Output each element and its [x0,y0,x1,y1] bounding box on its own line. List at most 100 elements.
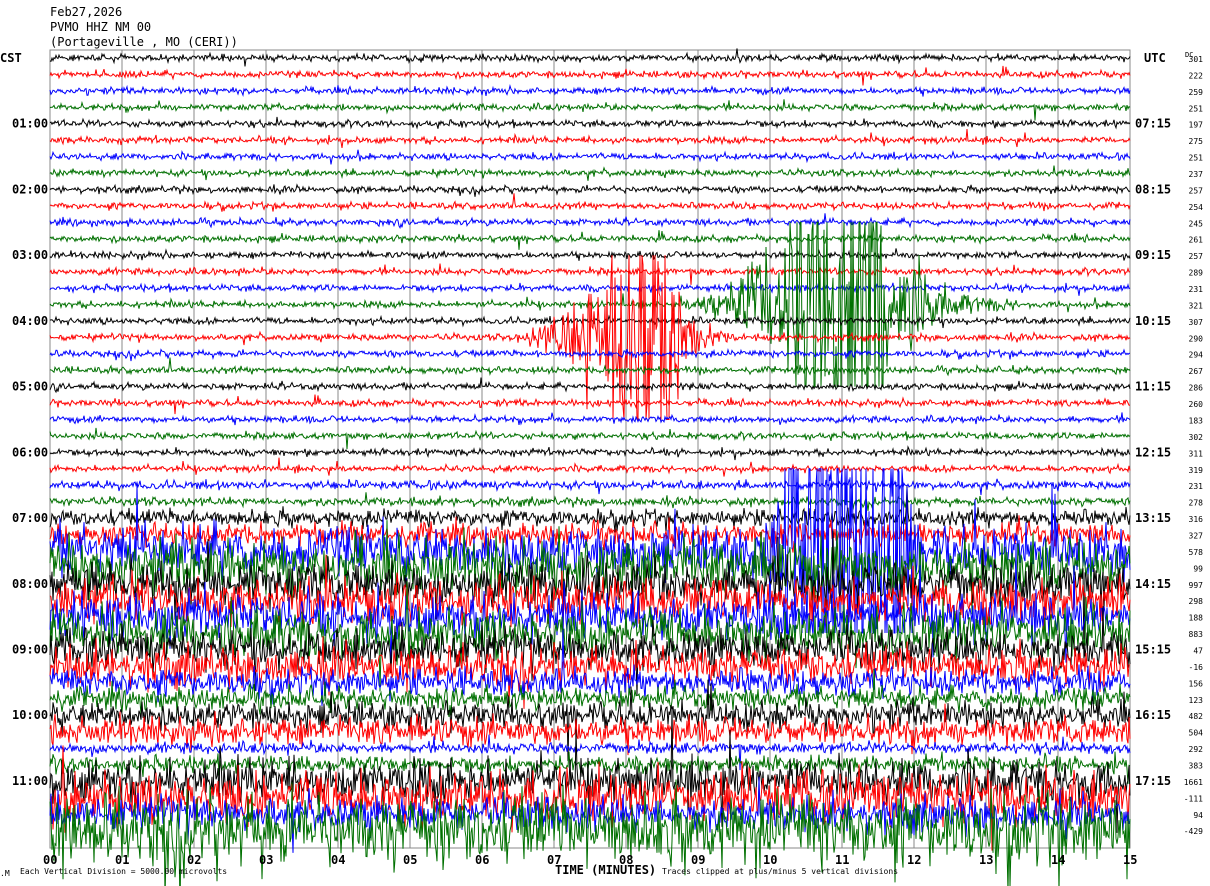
dc-offset-label: -429 [1184,827,1203,836]
dc-offset-label: 383 [1189,761,1204,770]
utc-time-label: 07:15 [1135,117,1171,131]
dc-offset-label: 482 [1189,712,1204,721]
cst-time-label: 11:00 [12,774,48,788]
x-tick-label: 00 [43,853,57,867]
dc-offset-label: 257 [1189,252,1204,261]
dc-offset-label: 222 [1189,71,1204,80]
dc-offset-label: 259 [1189,88,1204,97]
trace-line [49,457,1131,477]
utc-time-label: 11:15 [1135,380,1171,394]
utc-time-label: 17:15 [1135,774,1171,788]
trace-line [49,394,1131,415]
dc-offset-label: 997 [1189,581,1204,590]
trace-line [49,48,1131,67]
cst-time-label: 09:00 [12,642,48,656]
cst-time-label: 01:00 [12,117,48,131]
trace-line [49,314,1131,329]
trace-line [49,193,1131,212]
trace-line [49,515,1131,553]
trace-line [49,445,1131,461]
utc-time-label: 08:15 [1135,182,1171,196]
dc-offset-label: 321 [1189,301,1204,310]
x-tick-label: 14 [1051,853,1065,867]
dc-offset-label: 286 [1189,384,1204,393]
dc-offset-label: 307 [1189,318,1204,327]
right-timezone-label: UTC [1144,51,1166,65]
dc-offset-label: 260 [1189,400,1204,409]
dc-offset-label: 311 [1189,449,1204,458]
dc-offset-label: 578 [1189,548,1204,557]
location-label: (Portageville , MO (CERI)) [50,35,238,49]
cst-time-label: 10:00 [12,708,48,722]
trace-line [49,486,1131,533]
helicorder-chart: Feb27,2026 PVMO HHZ NM 00 (Portageville … [0,5,1204,886]
dc-offset-label: 47 [1193,646,1203,655]
utc-time-label: 15:15 [1135,642,1171,656]
x-tick-label: 15 [1123,853,1137,867]
x-tick-label: 13 [979,853,993,867]
utc-time-label: 16:15 [1135,708,1171,722]
dc-offset-label: 294 [1189,351,1204,360]
x-axis-label: TIME (MINUTES) [555,863,656,877]
dc-offset-label: 504 [1189,729,1204,738]
x-tick-label: 04 [331,853,345,867]
trace-line [49,183,1131,197]
dc-offset-label: 197 [1189,121,1204,130]
x-tick-label: 10 [763,853,777,867]
trace-line [49,221,1131,388]
x-tick-label: 11 [835,853,849,867]
utc-time-label: 10:15 [1135,314,1171,328]
utc-time-label: 14:15 [1135,577,1171,591]
dc-offset-label: 245 [1189,219,1204,228]
dc-offset-label: 275 [1189,137,1204,146]
trace-line [49,116,1131,130]
trace-line [49,255,1131,420]
utc-time-label: 12:15 [1135,445,1171,459]
trace-line [49,282,1131,296]
trace-line [49,129,1131,148]
dc-offset-label: 99 [1193,564,1203,573]
dc-offset-label: 301 [1189,55,1204,64]
x-tick-label: 12 [907,853,921,867]
dc-offset-label: 156 [1189,679,1204,688]
trace-line [49,377,1131,394]
dc-offset-label: 327 [1189,531,1204,540]
left-timezone-label: CST [0,51,22,65]
x-tick-label: 02 [187,853,201,867]
x-tick-label: 09 [691,853,705,867]
dc-offset-label: 290 [1189,334,1204,343]
cst-time-label: 07:00 [12,511,48,525]
cst-time-label: 06:00 [12,445,48,459]
trace-line [49,83,1131,98]
trace-line [49,248,1131,262]
dc-offset-label: 254 [1189,203,1204,212]
trace-line [49,492,1131,511]
trace-line [49,427,1131,450]
trace-line [49,99,1131,121]
dc-offset-label: 883 [1189,630,1204,639]
trace-line [49,263,1131,285]
dc-offset-label: 319 [1189,466,1204,475]
dc-offset-label: 1661 [1184,778,1203,787]
station-label: PVMO HHZ NM 00 [50,20,151,34]
trace-line [49,478,1131,496]
dc-offset-label: -16 [1189,663,1204,672]
dc-offset-label: 267 [1189,367,1204,376]
corner-mark: .M [0,869,10,878]
x-tick-label: 03 [259,853,273,867]
utc-time-label: 13:15 [1135,511,1171,525]
dc-offset-label: 183 [1189,416,1204,425]
dc-offset-label: 292 [1189,745,1204,754]
cst-time-label: 08:00 [12,577,48,591]
trace-line [49,165,1131,181]
scale-note: Each Vertical Division = 5000.00 microvo… [20,867,227,876]
dc-offset-label: -111 [1184,794,1203,803]
dc-offset-label: 261 [1189,236,1204,245]
trace-line [49,65,1131,86]
dc-offset-label: 289 [1189,269,1204,278]
date-label: Feb27,2026 [50,5,122,19]
dc-offset-label: 251 [1189,104,1204,113]
cst-time-label: 04:00 [12,314,48,328]
dc-offset-label: 278 [1189,499,1204,508]
dc-offset-label: 123 [1189,696,1204,705]
